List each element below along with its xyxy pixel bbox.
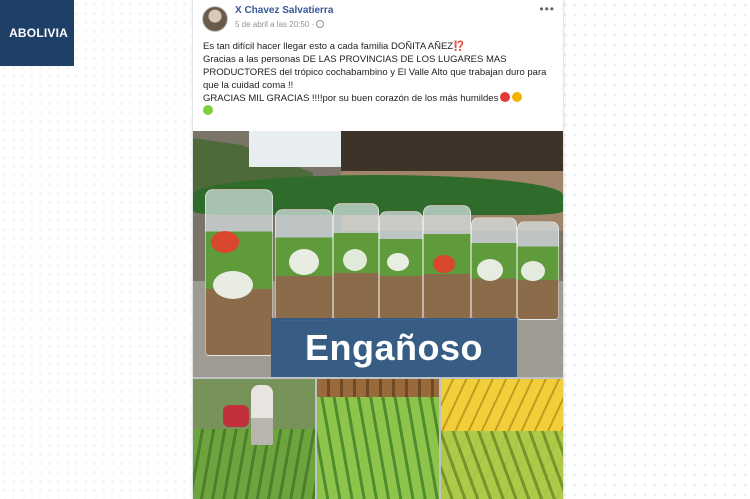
post-text-line: Gracias a las personas DE LAS PROVINCIAS…	[203, 54, 547, 91]
facebook-post: X Chavez Salvatierra 5 de abril a las 20…	[192, 0, 564, 499]
post-header: X Chavez Salvatierra 5 de abril a las 20…	[193, 0, 563, 36]
ripe-bananas-photo	[441, 379, 563, 499]
post-text-line: Es tan difícil hacer llegar esto a cada …	[203, 41, 465, 52]
globe-icon	[316, 20, 325, 28]
green-bananas-photo	[317, 379, 439, 499]
timestamp-text: 5 de abril a las 20:50 ·	[235, 20, 315, 29]
post-photo[interactable]: Engañoso	[193, 131, 563, 499]
more-options-icon[interactable]: •••	[539, 2, 555, 16]
author-name[interactable]: X Chavez Salvatierra	[235, 5, 333, 16]
post-text-line	[203, 105, 555, 118]
post-timestamp[interactable]: 5 de abril a las 20:50 ·	[235, 20, 325, 29]
brand-logo: ABOLIVIA	[0, 0, 74, 66]
background-dots-right	[560, 0, 750, 499]
banana-photos	[193, 379, 563, 499]
avatar[interactable]	[202, 6, 228, 32]
green-heart-icon	[203, 105, 213, 115]
yellow-heart-icon	[512, 92, 523, 102]
produce-bags-photo: Engañoso	[193, 131, 563, 377]
background-dots-left	[0, 0, 190, 499]
post-text: Es tan difícil hacer llegar esto a cada …	[203, 40, 555, 118]
post-text-line: GRACIAS MIL GRACIAS !!!!por su buen cora…	[203, 92, 555, 105]
verdict-banner: Engañoso	[271, 318, 517, 377]
red-heart-icon	[500, 92, 511, 102]
farmers-photo	[193, 379, 315, 499]
